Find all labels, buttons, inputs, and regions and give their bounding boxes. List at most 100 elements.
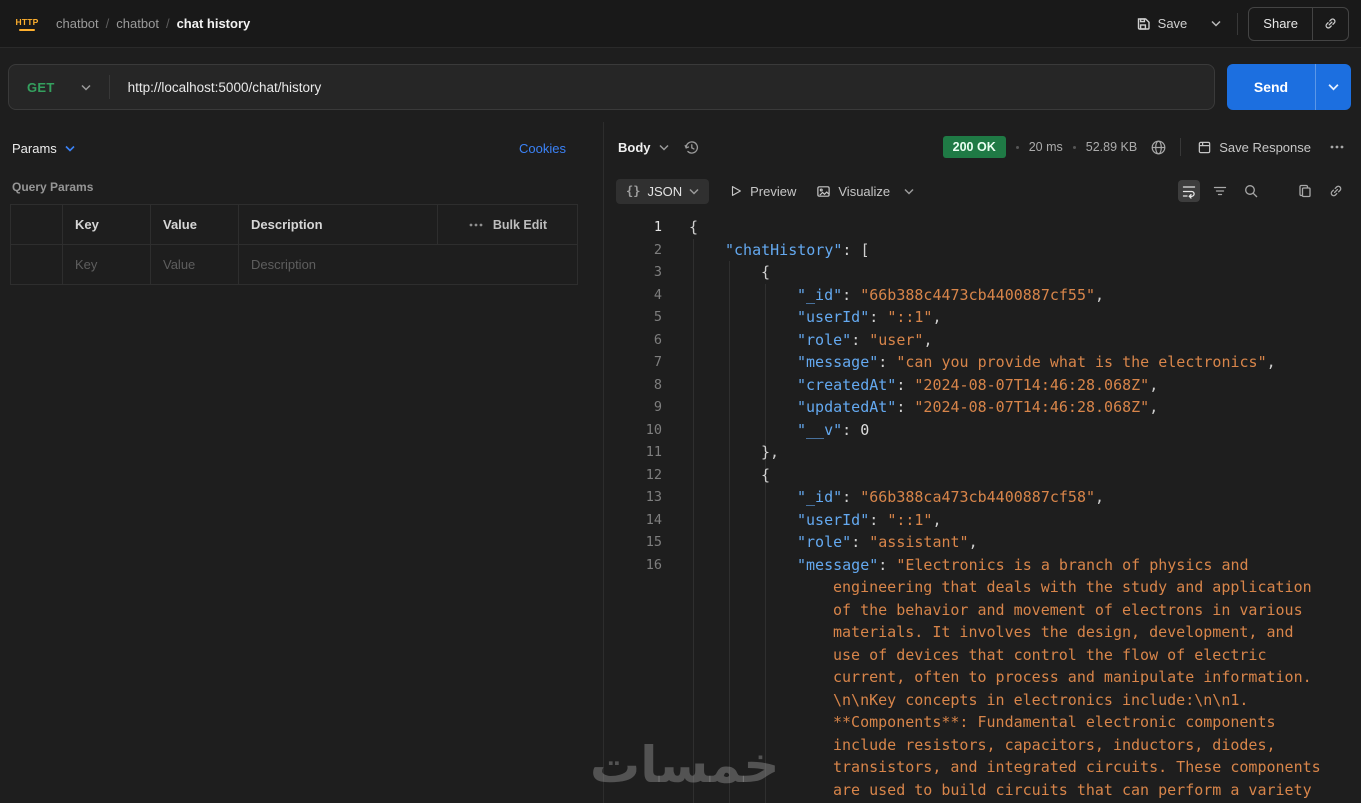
- code-line: 15 "role": "assistant",: [604, 531, 1361, 554]
- line-number: 10: [645, 421, 662, 438]
- line-content: "__v": 0: [797, 420, 870, 439]
- line-number: 12: [645, 466, 662, 483]
- checkbox-column-header: [10, 204, 63, 245]
- visualize-label: Visualize: [838, 183, 891, 199]
- bulk-edit-button[interactable]: Bulk Edit: [450, 218, 565, 232]
- save-response-icon: [1197, 140, 1212, 155]
- chevron-down-icon: [689, 188, 699, 195]
- line-content: "_id": "66b388ca473cb4400887cf58",: [797, 488, 1105, 506]
- line-content: "createdAt": "2024-08-07T14:46:28.068Z",: [797, 375, 1159, 394]
- share-button-group: Share: [1248, 6, 1349, 41]
- line-number: 7: [653, 354, 662, 370]
- code-line: 8 "createdAt": "2024-08-07T14:46:28.068Z"…: [604, 374, 1361, 397]
- query-params-table: Key Value Description Bulk Edit Key Valu…: [10, 204, 578, 285]
- filter-button[interactable]: [1209, 180, 1231, 202]
- save-dropdown-button[interactable]: [1205, 14, 1227, 33]
- globe-icon: [1150, 139, 1167, 156]
- body-label: Body: [618, 139, 651, 155]
- visualize-dropdown-button[interactable]: [904, 188, 914, 195]
- description-column-header: Description: [238, 204, 438, 245]
- line-content: {: [761, 465, 771, 484]
- breadcrumb-request[interactable]: chat history: [177, 16, 251, 31]
- wrap-text-icon: [1181, 183, 1197, 199]
- code-line: 12 {: [604, 464, 1361, 487]
- line-number: 15: [645, 534, 662, 550]
- breadcrumb-workspace[interactable]: chatbot: [56, 16, 99, 31]
- params-empty-row: Key Value Description: [10, 244, 578, 285]
- dot-separator: [1072, 145, 1076, 149]
- wrap-text-button[interactable]: [1178, 180, 1200, 202]
- cookies-link[interactable]: Cookies: [519, 141, 566, 156]
- line-number: 14: [645, 511, 662, 528]
- play-icon: [729, 184, 743, 198]
- code-lines: 1{2 "chatHistory": [3{4 "_id": "66b388c447…: [604, 216, 1361, 801]
- ellipsis-icon: [1330, 145, 1344, 149]
- key-input[interactable]: Key: [62, 244, 151, 285]
- response-body-select[interactable]: Body: [618, 140, 669, 155]
- line-content: "chatHistory": [: [725, 240, 870, 259]
- breadcrumb: chatbot / chatbot / chat history: [56, 16, 250, 31]
- code-view-actions: [1178, 180, 1347, 202]
- send-button[interactable]: Send: [1227, 64, 1315, 110]
- share-link-button[interactable]: [1313, 8, 1348, 40]
- line-number: 16: [645, 556, 662, 573]
- code-line: 4 "_id": "66b388c4473cb4400887cf55",: [604, 284, 1361, 307]
- code-line: 5 "userId": "::1",: [604, 306, 1361, 329]
- format-select[interactable]: {} JSON: [616, 178, 710, 204]
- line-content: {: [689, 218, 699, 236]
- image-icon: [816, 184, 831, 199]
- method-label: GET: [27, 79, 55, 95]
- response-history-button[interactable]: [683, 139, 700, 156]
- method-select[interactable]: GET: [9, 80, 109, 95]
- link-icon: [1328, 183, 1344, 199]
- bulk-edit-cell: Bulk Edit: [437, 204, 578, 245]
- share-button[interactable]: Share: [1249, 8, 1312, 40]
- line-content: "updatedAt": "2024-08-07T14:46:28.068Z",: [797, 398, 1159, 416]
- dot-separator: [1015, 145, 1019, 149]
- line-number: 3: [653, 264, 662, 280]
- line-content: "role": "user",: [797, 330, 933, 349]
- filter-icon: [1212, 183, 1228, 199]
- preview-label: Preview: [750, 183, 797, 199]
- chevron-down-icon: [65, 145, 75, 152]
- preview-button[interactable]: Preview: [729, 184, 796, 199]
- line-number: 6: [653, 331, 662, 348]
- send-button-group: Send: [1227, 64, 1351, 110]
- link-button[interactable]: [1325, 180, 1347, 202]
- line-content: "message": "Electronics is a branch of p…: [797, 555, 1330, 799]
- code-line: 9 "updatedAt": "2024-08-07T14:46:28.068Z"…: [604, 396, 1361, 419]
- row-checkbox-cell[interactable]: [10, 244, 63, 285]
- network-info-button[interactable]: [1147, 136, 1170, 159]
- send-dropdown-button[interactable]: [1315, 64, 1351, 110]
- copy-button[interactable]: [1294, 180, 1316, 202]
- response-body-viewer[interactable]: 1{2 "chatHistory": [3{4 "_id": "66b388c447…: [604, 210, 1361, 803]
- more-actions-button[interactable]: [1327, 142, 1347, 152]
- value-input[interactable]: Value: [150, 244, 239, 285]
- request-bar: GET http://localhost:5000/chat/history S…: [0, 48, 1361, 122]
- format-label: JSON: [647, 183, 683, 199]
- copy-icon: [1297, 183, 1313, 199]
- link-icon: [1323, 16, 1338, 31]
- chevron-down-icon: [904, 188, 914, 195]
- ellipsis-icon: [469, 223, 483, 227]
- http-request-icon: HTTP: [12, 13, 42, 35]
- save-response-label: Save Response: [1219, 139, 1311, 155]
- search-button[interactable]: [1240, 180, 1262, 202]
- url-input[interactable]: http://localhost:5000/chat/history: [110, 80, 1214, 95]
- bulk-edit-label: Bulk Edit: [492, 217, 547, 232]
- code-line: 2 "chatHistory": [: [604, 239, 1361, 262]
- visualize-button[interactable]: Visualize: [816, 184, 890, 199]
- line-content: "role": "assistant",: [797, 533, 978, 551]
- response-size: 52.89 KB: [1085, 140, 1138, 154]
- line-number: 5: [653, 309, 662, 325]
- breadcrumb-collection[interactable]: chatbot: [116, 16, 159, 31]
- response-status-cluster: 200 OK 20 ms 52.89 KB Save Response: [942, 136, 1347, 159]
- divider: [1180, 138, 1182, 156]
- save-response-button[interactable]: Save Response: [1191, 136, 1317, 159]
- chevron-down-icon: [81, 84, 91, 91]
- params-header: Key Value Description Bulk Edit: [10, 204, 578, 245]
- description-input[interactable]: Description: [238, 244, 578, 285]
- params-toggle[interactable]: Params: [12, 141, 75, 156]
- line-number: 9: [653, 399, 662, 415]
- save-button[interactable]: Save: [1127, 10, 1196, 38]
